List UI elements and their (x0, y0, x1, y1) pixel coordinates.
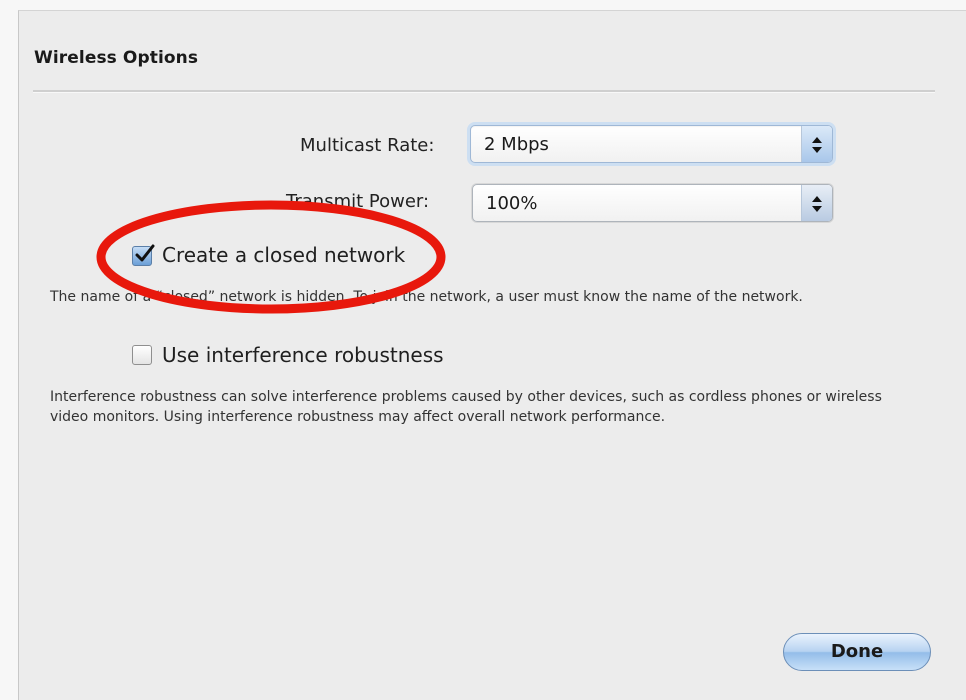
popup-arrows-icon (801, 185, 832, 221)
multicast-rate-popup[interactable]: 2 Mbps (470, 125, 833, 163)
done-button[interactable]: Done (783, 633, 931, 671)
multicast-rate-label: Multicast Rate: (300, 135, 435, 156)
wireless-options-panel (18, 10, 966, 700)
interference-robustness-checkbox[interactable] (132, 345, 152, 365)
interference-robustness-description: Interference robustness can solve interf… (50, 389, 882, 425)
transmit-power-popup[interactable]: 100% (472, 184, 833, 222)
section-title: Wireless Options (34, 48, 199, 68)
multicast-rate-value: 2 Mbps (484, 134, 549, 155)
transmit-power-label: Transmit Power: (286, 191, 430, 212)
closed-network-description: The name of a “closed” network is hidden… (50, 289, 803, 305)
closed-network-checkbox[interactable] (132, 244, 155, 266)
section-divider (33, 90, 935, 93)
transmit-power-value: 100% (486, 193, 538, 214)
popup-arrows-icon (801, 126, 832, 162)
checkmark-icon (135, 244, 155, 262)
interference-robustness-label[interactable]: Use interference robustness (162, 343, 444, 367)
closed-network-label[interactable]: Create a closed network (162, 243, 405, 267)
